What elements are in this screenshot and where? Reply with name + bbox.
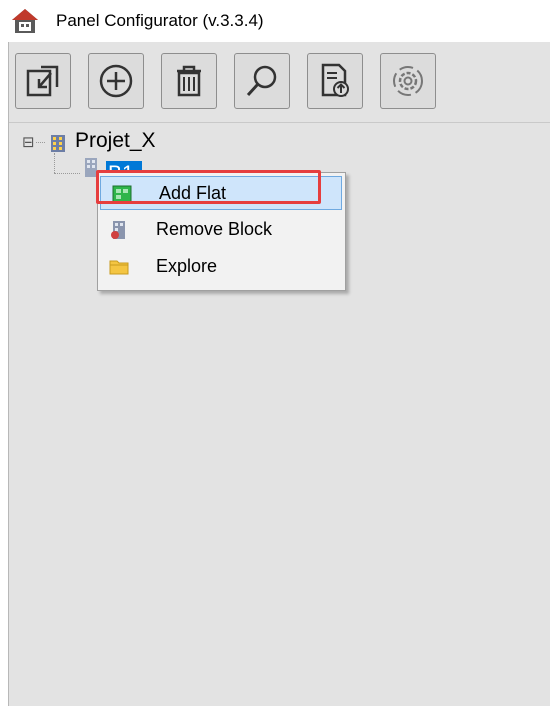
remove-block-icon — [111, 221, 125, 239]
project-icon — [51, 135, 65, 152]
trash-icon — [177, 65, 201, 97]
folder-icon — [109, 260, 129, 275]
add-button[interactable] — [88, 53, 144, 109]
search-button[interactable] — [234, 53, 290, 109]
gear-icon — [393, 66, 423, 96]
annotation-highlight — [96, 170, 321, 204]
menu-item-label: Explore — [156, 256, 218, 276]
tree-connector — [36, 142, 45, 143]
house-icon — [12, 9, 38, 33]
import-icon — [26, 65, 59, 97]
main-panel: ⊟ Projet_X B1 Add Flat Remove Block Expl… — [8, 42, 550, 706]
plus-circle-icon — [99, 64, 133, 98]
export-button[interactable] — [307, 53, 363, 109]
window-title: Panel Configurator (v.3.3.4) — [56, 11, 264, 30]
menu-item-remove-block[interactable]: Remove Block — [98, 213, 345, 247]
menu-item-label: Remove Block — [156, 219, 273, 239]
document-upload-icon — [321, 63, 349, 97]
settings-button[interactable] — [380, 53, 436, 109]
title-bar: Panel Configurator (v.3.3.4) — [0, 0, 550, 42]
tree-root-label[interactable]: Projet_X — [75, 129, 156, 153]
tree-connector — [54, 173, 80, 174]
magnifier-icon — [246, 65, 277, 97]
project-tree[interactable]: ⊟ Projet_X B1 Add Flat Remove Block Expl… — [9, 122, 550, 703]
tree-connector — [54, 153, 55, 173]
tree-expander[interactable]: ⊟ — [22, 133, 35, 151]
import-button[interactable] — [15, 53, 71, 109]
delete-button[interactable] — [161, 53, 217, 109]
menu-item-explore[interactable]: Explore — [98, 250, 345, 284]
